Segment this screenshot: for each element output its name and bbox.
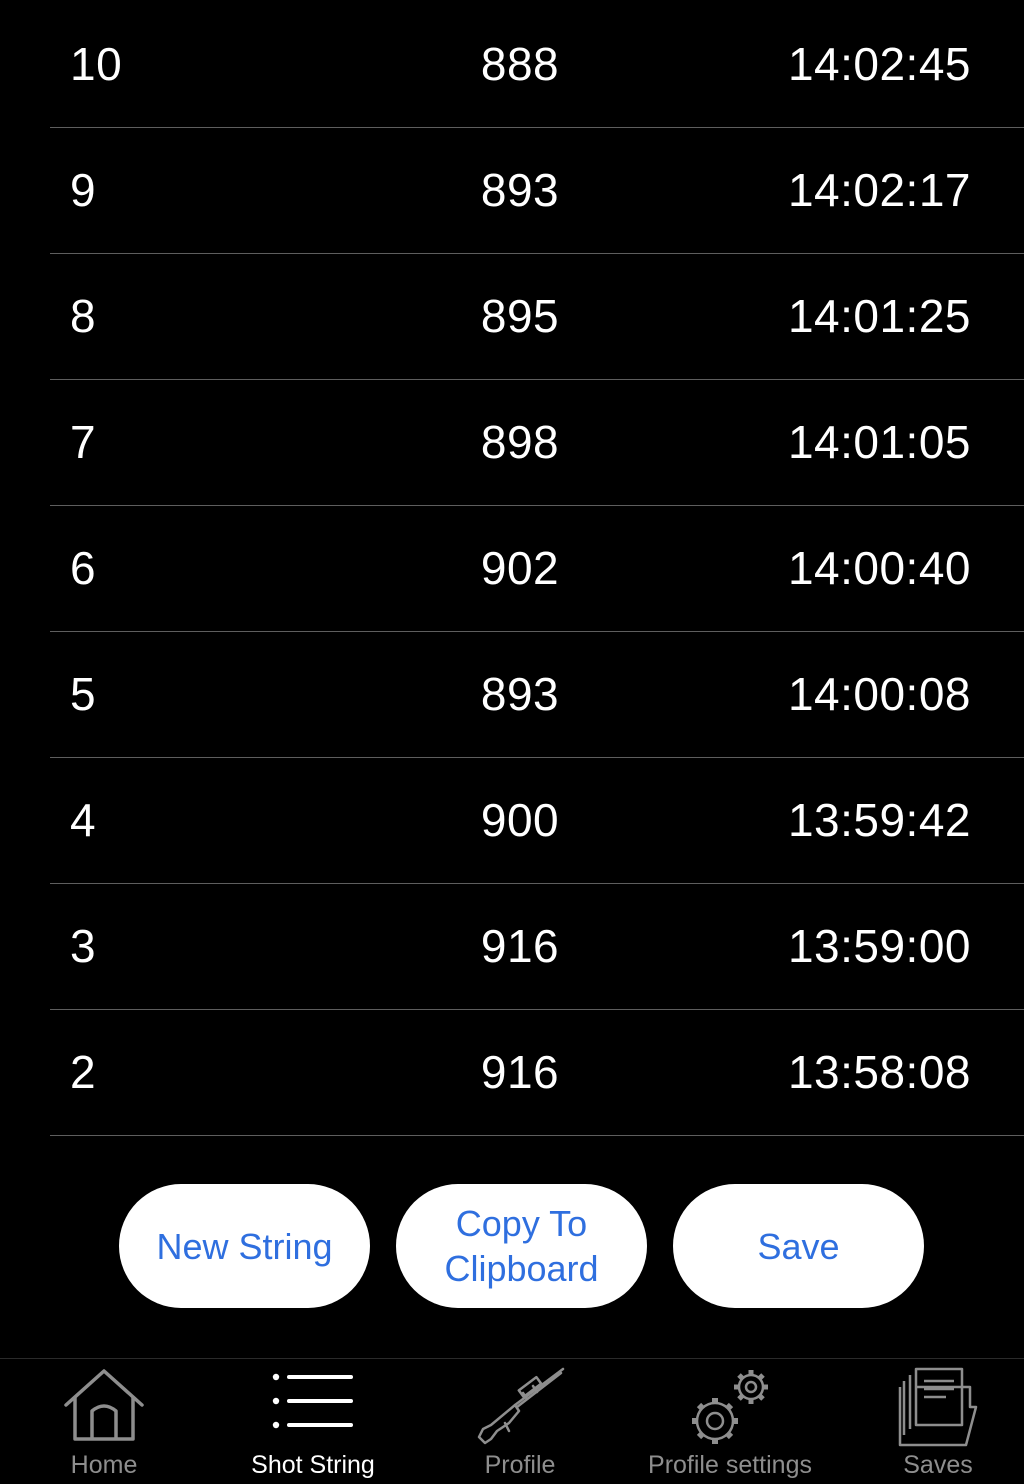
shot-number: 4 [70, 794, 97, 846]
save-label: Save [757, 1225, 840, 1267]
tab-home[interactable]: Home [34, 1359, 174, 1484]
shot-number: 6 [70, 542, 97, 594]
new-string-label: New String [156, 1225, 333, 1267]
tab-profile-label: Profile [484, 1451, 556, 1479]
table-row[interactable]: 7 898 14:01:05 [50, 380, 1024, 506]
tab-profile[interactable]: Profile [450, 1359, 590, 1484]
tab-shot-string-label: Shot String [251, 1451, 375, 1479]
copy-label-line2: Clipboard [444, 1248, 599, 1289]
tab-home-label: Home [70, 1451, 138, 1479]
table-row[interactable]: 8 895 14:01:25 [50, 254, 1024, 380]
table-row[interactable]: 6 902 14:00:40 [50, 506, 1024, 632]
copy-label-line1: Copy To [455, 1203, 588, 1244]
shot-time: 14:00:40 [787, 542, 971, 594]
copy-to-clipboard-label: Copy To Clipboard [444, 1201, 598, 1291]
tab-profile-settings[interactable]: Profile settings [620, 1359, 840, 1484]
shot-time: 14:02:17 [787, 164, 971, 216]
list-icon [271, 1367, 355, 1440]
save-button[interactable]: Save [673, 1184, 924, 1308]
shot-velocity: 900 [480, 794, 560, 846]
shot-number: 5 [70, 668, 97, 720]
shot-velocity: 893 [480, 164, 560, 216]
table-row[interactable]: 10 888 14:02:45 [50, 2, 1024, 128]
copy-to-clipboard-button[interactable]: Copy To Clipboard [396, 1184, 647, 1308]
shot-velocity: 916 [480, 920, 560, 972]
shot-time: 13:58:08 [787, 1046, 971, 1098]
table-row[interactable]: 2 916 13:58:08 [50, 1010, 1024, 1136]
shot-number: 2 [70, 1046, 97, 1098]
shot-velocity: 916 [480, 1046, 560, 1098]
new-string-button[interactable]: New String [119, 1184, 370, 1308]
gears-icon [685, 1367, 775, 1454]
home-icon [62, 1367, 146, 1448]
table-row[interactable]: 4 900 13:59:42 [50, 758, 1024, 884]
shot-time: 14:02:45 [787, 38, 971, 90]
shot-velocity: 888 [480, 38, 560, 90]
shot-velocity: 902 [480, 542, 560, 594]
rifle-icon [475, 1367, 565, 1452]
shot-list: 10 888 14:02:45 9 893 14:02:17 8 895 14:… [0, 2, 1024, 1136]
action-buttons: New String Copy To Clipboard Save [0, 1184, 1024, 1308]
shot-number: 9 [70, 164, 97, 216]
shot-time: 14:01:25 [787, 290, 971, 342]
tab-bar: Home Shot String Profile Profile setting… [0, 1358, 1024, 1484]
shot-time: 13:59:00 [787, 920, 971, 972]
table-row[interactable]: 3 916 13:59:00 [50, 884, 1024, 1010]
shot-velocity: 898 [480, 416, 560, 468]
shot-number: 8 [70, 290, 97, 342]
tab-shot-string[interactable]: Shot String [218, 1359, 408, 1484]
shot-time: 14:00:08 [787, 668, 971, 720]
tab-profile-settings-label: Profile settings [648, 1451, 812, 1479]
shot-number: 3 [70, 920, 97, 972]
folder-icon [896, 1367, 980, 1454]
tab-saves-label: Saves [903, 1451, 973, 1479]
shot-number: 10 [70, 38, 123, 90]
shot-velocity: 895 [480, 290, 560, 342]
tab-saves[interactable]: Saves [868, 1359, 1008, 1484]
table-row[interactable]: 9 893 14:02:17 [50, 128, 1024, 254]
shot-time: 13:59:42 [787, 794, 971, 846]
table-row[interactable]: 5 893 14:00:08 [50, 632, 1024, 758]
shot-number: 7 [70, 416, 97, 468]
shot-velocity: 893 [480, 668, 560, 720]
shot-time: 14:01:05 [787, 416, 971, 468]
